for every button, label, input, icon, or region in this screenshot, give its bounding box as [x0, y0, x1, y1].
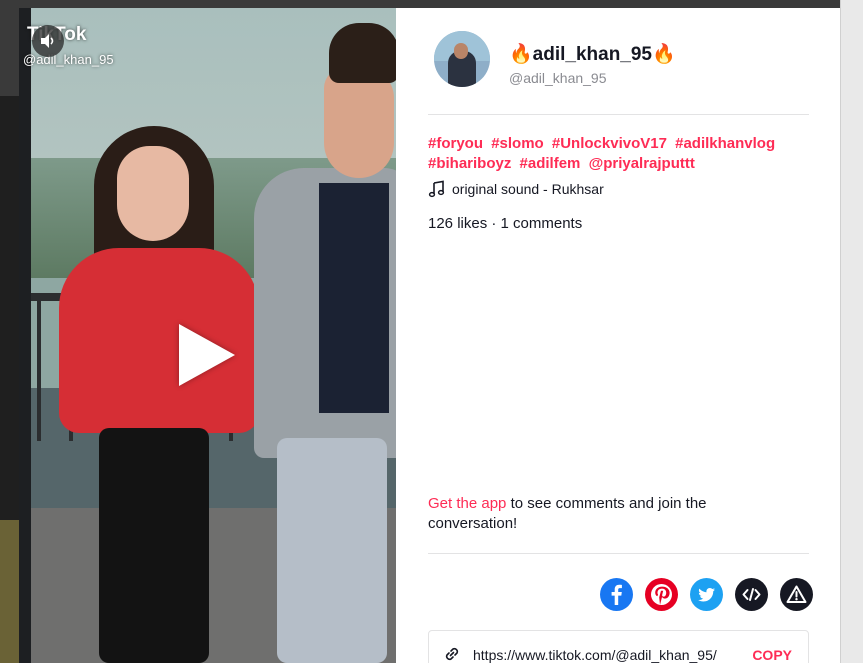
link-icon	[445, 647, 459, 661]
hashtag-link[interactable]: #adilfem	[520, 155, 581, 172]
embed-icon	[742, 588, 761, 601]
copy-link-button[interactable]: COPY	[752, 647, 792, 663]
background-scrollbar-area	[840, 0, 863, 663]
music-note-icon	[428, 180, 445, 198]
divider	[428, 114, 809, 115]
play-button[interactable]	[179, 324, 235, 386]
author-username[interactable]: @adil_khan_95	[509, 70, 607, 86]
video-person-boy-jeans	[277, 438, 387, 663]
sound-name: original sound - Rukhsar	[452, 181, 604, 197]
background-feed-thumbnail	[0, 520, 20, 663]
avatar[interactable]	[434, 31, 490, 87]
facebook-share-button[interactable]	[600, 578, 633, 611]
embed-button[interactable]	[735, 578, 768, 611]
video-wall	[19, 8, 31, 663]
copy-link-box: https://www.tiktok.com/@adil_khan_95/ CO…	[428, 630, 809, 663]
facebook-icon	[611, 584, 622, 605]
background-divider	[840, 0, 841, 663]
volume-icon	[41, 34, 54, 48]
hashtag-link[interactable]: #bihariboyz	[428, 155, 511, 172]
hashtag-link[interactable]: #foryou	[428, 135, 483, 152]
pinterest-icon	[651, 584, 672, 605]
hashtag-link[interactable]: #adilkhanvlog	[675, 135, 775, 152]
tiktok-watermark-handle: @adil_khan_95	[23, 52, 114, 67]
video-person-girl-face	[117, 146, 189, 241]
share-buttons	[600, 578, 813, 611]
video-person-boy-face	[324, 68, 394, 178]
hashtag-link[interactable]: #UnlockvivoV17	[552, 135, 667, 152]
mention-link[interactable]: @priyalrajputtt	[589, 155, 695, 172]
report-button[interactable]	[780, 578, 813, 611]
video-stats: 126 likes · 1 comments	[428, 215, 583, 232]
hashtag-link[interactable]: #slomo	[491, 135, 544, 152]
report-icon	[786, 585, 807, 603]
pinterest-share-button[interactable]	[645, 578, 678, 611]
share-url: https://www.tiktok.com/@adil_khan_95/	[473, 647, 717, 663]
video-person-girl-legs	[99, 428, 209, 663]
video-person-boy-shirt	[319, 183, 389, 413]
mute-button[interactable]	[32, 25, 64, 57]
author-display-name[interactable]: 🔥adil_khan_95🔥	[509, 42, 676, 66]
twitter-share-button[interactable]	[690, 578, 723, 611]
get-app-prompt: Get the app to see comments and join the…	[428, 494, 788, 534]
divider	[428, 553, 809, 554]
video-person-boy-hair	[329, 23, 396, 83]
get-app-link[interactable]: Get the app	[428, 495, 506, 512]
sound-link[interactable]: original sound - Rukhsar	[428, 180, 604, 198]
info-panel: 🔥adil_khan_95🔥 @adil_khan_95 #foryou #sl…	[396, 8, 840, 663]
video-player[interactable]: TikTok @adil_khan_95	[19, 8, 396, 663]
video-modal: TikTok @adil_khan_95 🔥adil_khan_95🔥 @adi…	[19, 8, 840, 663]
twitter-icon	[698, 588, 715, 602]
video-caption: #foryou #slomo #UnlockvivoV17 #adilkhanv…	[428, 134, 818, 174]
